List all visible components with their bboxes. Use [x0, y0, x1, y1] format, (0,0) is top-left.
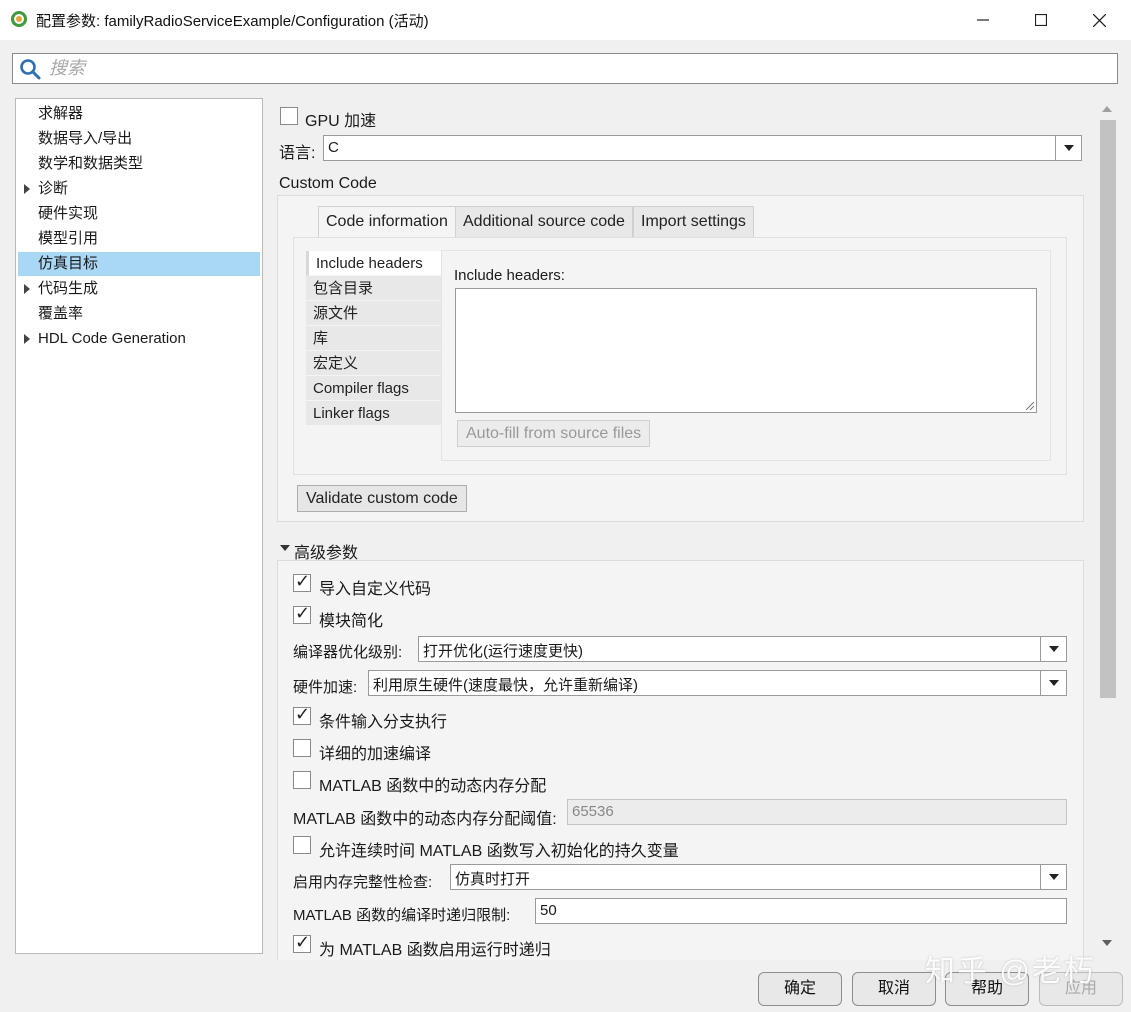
- side-tab-compiler-flags[interactable]: Compiler flags: [306, 376, 441, 401]
- expand-arrow-icon[interactable]: [24, 334, 30, 344]
- conditional-branch-label: 条件输入分支执行: [319, 714, 448, 731]
- tree-item-label: 数学和数据类型: [38, 155, 144, 172]
- tree-item-label: 硬件实现: [38, 205, 99, 222]
- recursion-limit-label: MATLAB 函数的编译时递归限制:: [293, 907, 511, 924]
- minimize-button[interactable]: [954, 0, 1012, 40]
- expand-arrow-icon[interactable]: [24, 284, 30, 294]
- recursion-limit-field[interactable]: 50: [535, 898, 1067, 924]
- tree-item-data-import-export[interactable]: 数据导入/导出: [18, 127, 260, 151]
- tree-item-label: 仿真目标: [38, 255, 99, 272]
- tree-item-label: 求解器: [38, 105, 84, 122]
- hardware-acceleration-label: 硬件加速:: [293, 679, 358, 696]
- tree-item-label: 模型引用: [38, 230, 99, 247]
- import-custom-code-checkbox[interactable]: [293, 571, 311, 592]
- maximize-button[interactable]: [1012, 0, 1070, 40]
- dynamic-memory-threshold-field[interactable]: 65536: [567, 799, 1067, 825]
- tree-item-label: HDL Code Generation: [38, 330, 186, 347]
- memory-integrity-label: 启用内存完整性检查:: [293, 874, 433, 891]
- hardware-acceleration-dropdown[interactable]: 利用原生硬件(速度最快，允许重新编译): [368, 670, 1067, 696]
- scroll-up-icon[interactable]: [1102, 106, 1112, 112]
- collapse-arrow-icon[interactable]: [280, 545, 290, 551]
- tree-item-label: 诊断: [38, 180, 69, 197]
- scroll-thumb[interactable]: [1100, 120, 1116, 698]
- include-headers-label: Include headers:: [454, 267, 565, 284]
- validate-custom-code-button[interactable]: Validate custom code: [297, 485, 467, 512]
- search-box[interactable]: [12, 53, 1118, 84]
- side-tab-include-directories[interactable]: 包含目录: [306, 276, 441, 301]
- close-button[interactable]: [1070, 0, 1128, 40]
- chevron-down-icon[interactable]: [1040, 671, 1066, 695]
- ok-button[interactable]: 确定: [758, 972, 842, 1006]
- verbose-acceleration-checkbox[interactable]: [293, 739, 311, 757]
- search-input[interactable]: [47, 56, 1107, 81]
- compiler-optimization-label: 编译器优化级别:: [293, 644, 403, 661]
- custom-code-heading: Custom Code: [279, 175, 377, 192]
- include-headers-textarea[interactable]: [455, 288, 1037, 413]
- minimize-icon: [977, 19, 989, 21]
- expand-arrow-icon[interactable]: [24, 184, 30, 194]
- import-custom-code-label: 导入自定义代码: [319, 581, 432, 598]
- persistent-variables-label: 允许连续时间 MATLAB 函数写入初始化的持久变量: [319, 843, 679, 860]
- close-icon: [1092, 13, 1106, 27]
- side-tab-defines[interactable]: 宏定义: [306, 351, 441, 376]
- side-tab-source-files[interactable]: 源文件: [306, 301, 441, 326]
- memory-integrity-dropdown[interactable]: 仿真时打开: [450, 864, 1067, 890]
- tree-item-solver[interactable]: 求解器: [18, 102, 260, 126]
- compiler-optimization-value: 打开优化(运行速度更快): [423, 643, 583, 660]
- scroll-down-icon[interactable]: [1102, 940, 1112, 946]
- tree-item-label: 覆盖率: [38, 305, 84, 322]
- tree-item-coverage[interactable]: 覆盖率: [18, 302, 260, 326]
- tab-additional-source-code[interactable]: Additional source code: [455, 206, 633, 238]
- category-tree: 求解器 数据导入/导出 数学和数据类型 诊断 硬件实现 模型引用 仿真目标 代码…: [15, 98, 263, 954]
- chevron-down-icon[interactable]: [1055, 136, 1081, 160]
- cancel-button[interactable]: 取消: [852, 972, 936, 1006]
- autofill-button[interactable]: Auto-fill from source files: [457, 420, 651, 447]
- search-icon: [20, 59, 41, 80]
- tab-import-settings[interactable]: Import settings: [633, 206, 754, 238]
- watermark: 知乎 @老朽: [925, 955, 1096, 988]
- language-value: C: [328, 139, 339, 156]
- gpu-acceleration-checkbox[interactable]: [280, 107, 298, 125]
- block-reduction-checkbox[interactable]: [293, 603, 311, 624]
- dynamic-memory-threshold-label: MATLAB 函数中的动态内存分配阈值:: [293, 811, 557, 828]
- runtime-recursion-label: 为 MATLAB 函数启用运行时递归: [319, 942, 551, 959]
- side-tab-include-headers[interactable]: Include headers: [306, 251, 441, 276]
- simulink-config-icon: [11, 11, 27, 27]
- tree-item-hardware-implementation[interactable]: 硬件实现: [18, 202, 260, 226]
- hardware-acceleration-value: 利用原生硬件(速度最快，允许重新编译): [373, 677, 638, 694]
- dynamic-memory-label: MATLAB 函数中的动态内存分配: [319, 778, 547, 795]
- settings-pane: GPU 加速 语言: C Custom Code Code informatio…: [266, 96, 1098, 960]
- tree-item-hdl-code-generation[interactable]: HDL Code Generation: [18, 327, 260, 351]
- tab-code-information[interactable]: Code information: [318, 206, 456, 238]
- tree-item-diagnostics[interactable]: 诊断: [18, 177, 260, 201]
- title-bar: 配置参数: familyRadioServiceExample/Configur…: [0, 0, 1131, 40]
- persistent-variables-checkbox[interactable]: [293, 836, 311, 854]
- chevron-down-icon[interactable]: [1040, 865, 1066, 889]
- tree-item-code-generation[interactable]: 代码生成: [18, 277, 260, 301]
- side-tab-libraries[interactable]: 库: [306, 326, 441, 351]
- resize-grip-icon[interactable]: [1024, 400, 1034, 410]
- memory-integrity-value: 仿真时打开: [455, 871, 531, 888]
- language-label: 语言:: [279, 145, 316, 162]
- runtime-recursion-checkbox[interactable]: [293, 932, 311, 953]
- block-reduction-label: 模块简化: [319, 613, 384, 630]
- tree-item-label: 数据导入/导出: [38, 130, 133, 147]
- tree-item-model-referencing[interactable]: 模型引用: [18, 227, 260, 251]
- tree-item-simulation-target[interactable]: 仿真目标: [18, 252, 260, 276]
- language-dropdown[interactable]: C: [323, 135, 1082, 161]
- window-title: 配置参数: familyRadioServiceExample/Configur…: [36, 13, 429, 30]
- chevron-down-icon[interactable]: [1040, 637, 1066, 661]
- tree-item-math-data-types[interactable]: 数学和数据类型: [18, 152, 260, 176]
- maximize-icon: [1035, 14, 1047, 26]
- tree-item-label: 代码生成: [38, 280, 99, 297]
- vertical-scrollbar[interactable]: [1098, 100, 1116, 952]
- dynamic-memory-checkbox[interactable]: [293, 771, 311, 789]
- gpu-acceleration-label: GPU 加速: [305, 113, 377, 130]
- verbose-acceleration-label: 详细的加速编译: [319, 746, 432, 763]
- conditional-branch-checkbox[interactable]: [293, 704, 311, 725]
- side-tab-linker-flags[interactable]: Linker flags: [306, 401, 441, 426]
- compiler-optimization-dropdown[interactable]: 打开优化(运行速度更快): [418, 636, 1067, 662]
